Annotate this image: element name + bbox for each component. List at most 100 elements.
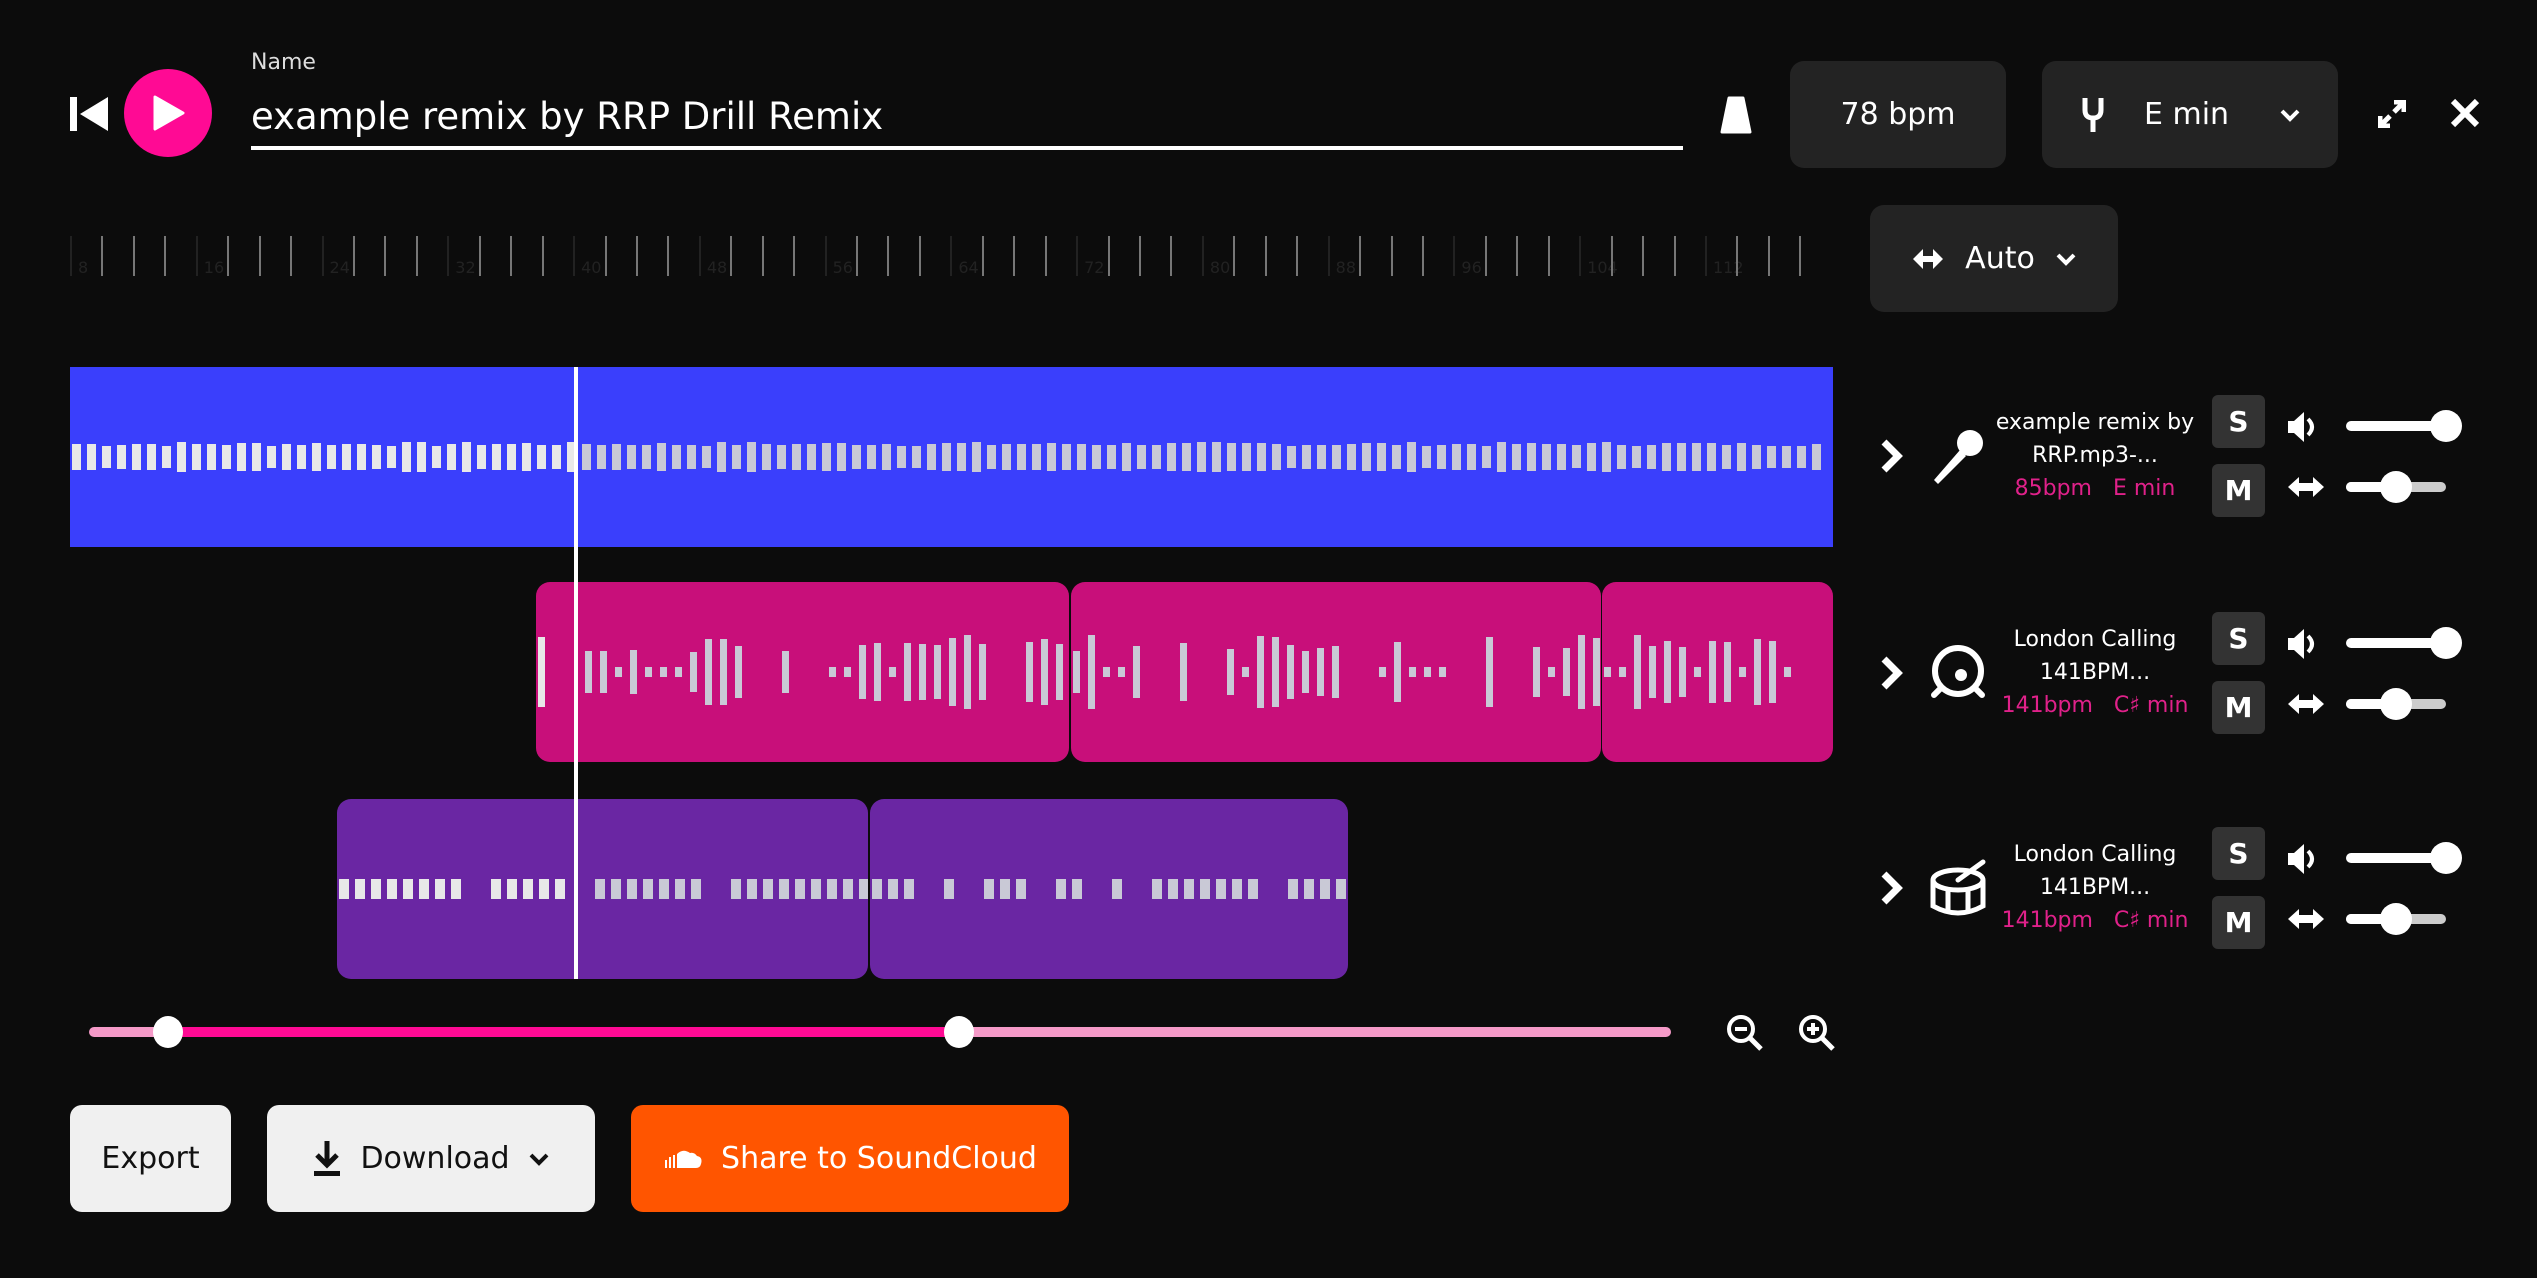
waveform-bar (807, 444, 816, 470)
waveform-bar (1242, 667, 1249, 677)
ruler-tick (1736, 236, 1739, 276)
mute-button[interactable]: M (2212, 464, 2265, 517)
ruler-tick (352, 236, 355, 276)
track-expand-button[interactable] (1880, 870, 1904, 910)
share-soundcloud-button[interactable]: Share to SoundCloud (631, 1105, 1069, 1212)
waveform-bar (844, 667, 851, 677)
pan-icon (2286, 691, 2326, 721)
pan-knob[interactable] (2380, 471, 2412, 503)
waveform-bar (72, 444, 81, 470)
pan-slider[interactable] (2346, 688, 2446, 720)
waveform-bar (888, 879, 898, 899)
expand-button[interactable] (2377, 99, 2407, 132)
waveform-bar (979, 644, 986, 700)
volume-knob[interactable] (2430, 410, 2462, 442)
waveform-bar (705, 639, 712, 705)
scroll-range[interactable] (168, 1027, 960, 1037)
ruler-label: 8 (78, 258, 89, 277)
waveform-bar (585, 651, 592, 693)
volume-slider[interactable] (2346, 410, 2462, 442)
scroll-end-handle[interactable] (944, 1016, 975, 1048)
solo-button[interactable]: S (2212, 395, 2265, 448)
microphone-icon (1928, 426, 1988, 490)
waveform-bar (904, 879, 914, 899)
waveform-bar (1604, 667, 1611, 677)
waveform-bar (1182, 442, 1191, 472)
ruler-tick (1233, 236, 1236, 276)
ruler-tick (510, 236, 513, 276)
solo-button[interactable]: S (2212, 827, 2265, 880)
track-clip[interactable] (70, 367, 1833, 547)
ruler-tick (1327, 236, 1330, 276)
waveform-bar (1072, 879, 1082, 899)
zoom-out-button[interactable] (1726, 1014, 1764, 1056)
waveform-bar (747, 442, 756, 472)
volume-slider[interactable] (2346, 842, 2462, 874)
track-clip[interactable] (870, 799, 1348, 979)
metronome-button[interactable] (1720, 96, 1752, 138)
track-expand-button[interactable] (1880, 438, 1904, 478)
solo-button[interactable]: S (2212, 612, 2265, 665)
track-clip[interactable] (1071, 582, 1601, 762)
ruler-label: 80 (1209, 258, 1231, 277)
volume-slider[interactable] (2346, 627, 2462, 659)
pan-knob[interactable] (2380, 903, 2412, 935)
waveform-bar (912, 445, 921, 469)
track-clip[interactable] (337, 799, 868, 979)
timeline-scrollbar[interactable] (89, 1016, 1671, 1048)
waveform-bar (492, 444, 501, 470)
volume-knob[interactable] (2430, 842, 2462, 874)
waveform-bar (1557, 444, 1566, 470)
zoom-in-button[interactable] (1798, 1014, 1836, 1056)
stretch-mode-select[interactable]: Auto (1870, 205, 2118, 312)
waveform-bar (822, 442, 831, 472)
waveform-bar (1709, 641, 1716, 703)
playhead[interactable] (574, 367, 578, 979)
waveform-bar (1394, 642, 1401, 702)
mute-button[interactable]: M (2212, 896, 2265, 949)
track-clip[interactable] (1602, 582, 1833, 762)
ruler-tick (1013, 236, 1016, 276)
track-clip[interactable] (536, 582, 1069, 762)
name-input[interactable] (251, 86, 1683, 150)
waveform-bar (539, 879, 549, 899)
download-button[interactable]: Download (267, 1105, 595, 1212)
export-button[interactable]: Export (70, 1105, 231, 1212)
waveform-bar (597, 445, 606, 469)
waveform-bar (1032, 444, 1041, 470)
close-button[interactable] (2450, 98, 2480, 132)
waveform-bar (735, 645, 742, 699)
mute-button[interactable]: M (2212, 681, 2265, 734)
pan-knob[interactable] (2380, 688, 2412, 720)
waveform-bar (102, 445, 111, 469)
waveform-bar (523, 879, 533, 899)
waveform-bar (1692, 443, 1701, 471)
scroll-start-handle[interactable] (153, 1016, 184, 1048)
ruler-label: 72 (1084, 258, 1105, 277)
waveform-bar (1227, 648, 1234, 696)
volume-knob[interactable] (2430, 627, 2462, 659)
waveform-bar (1497, 442, 1506, 472)
chevron-down-icon (529, 1153, 548, 1166)
pan-slider[interactable] (2346, 471, 2446, 503)
pan-slider[interactable] (2346, 903, 2446, 935)
timeline-ruler[interactable]: 8 16 24 32 40 48 56 64 72 80 88 96 104 112 (70, 236, 1815, 280)
key-select[interactable]: E min (2042, 61, 2338, 168)
chevron-right-icon (1881, 439, 1903, 473)
waveform-bar (720, 639, 727, 705)
ruler-label: 40 (581, 258, 602, 277)
zoom-out-icon (1727, 1015, 1763, 1051)
waveform-bar (371, 879, 381, 899)
skip-back-button[interactable] (70, 97, 108, 131)
track-expand-button[interactable] (1880, 655, 1904, 695)
waveform-bar (1287, 644, 1294, 700)
waveform-bar (491, 879, 501, 899)
play-button[interactable] (124, 69, 212, 157)
bpm-field[interactable]: 78 bpm (1790, 61, 2006, 168)
waveform-bar (1287, 445, 1296, 469)
waveform-bar (957, 443, 966, 471)
track-name: example remix by RRP.mp3-... (1995, 410, 2195, 468)
waveform-bar (1649, 646, 1656, 698)
ruler-tick (1264, 236, 1267, 276)
waveform-bar (600, 650, 607, 694)
